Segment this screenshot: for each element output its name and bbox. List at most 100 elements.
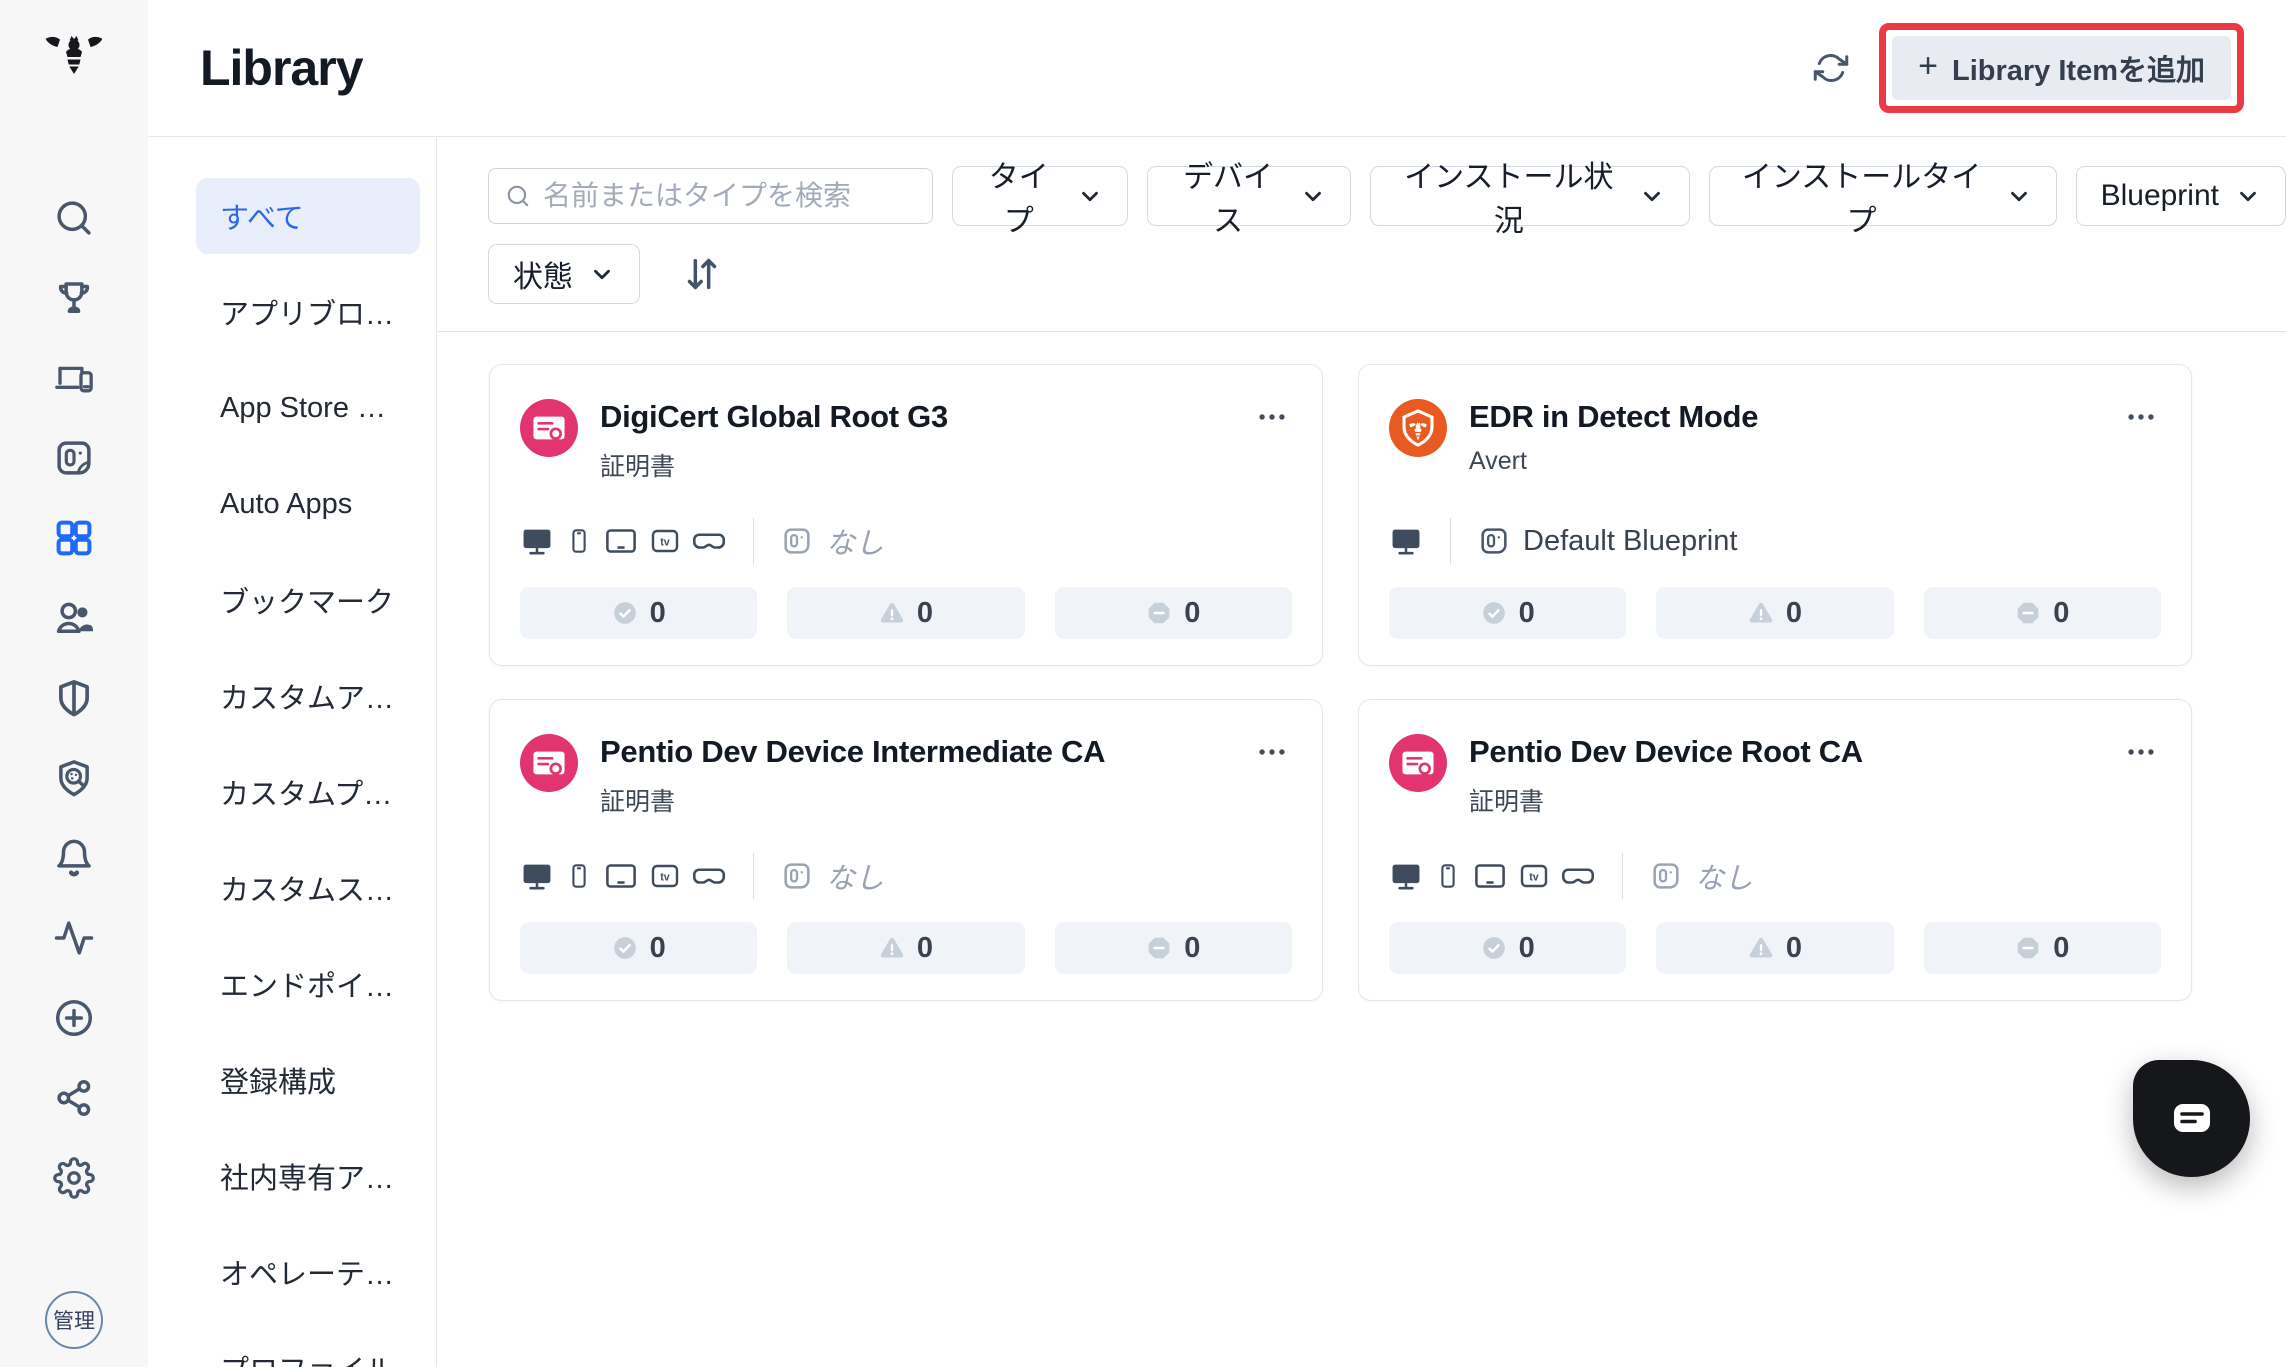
category-item-custom-profiles[interactable]: カスタムプ… [196,744,420,840]
category-item-app-blocking[interactable]: アプリブロ… [196,264,420,360]
category-item-app-store[interactable]: App Store … [196,360,420,456]
warning-count: 0 [916,931,934,964]
add-library-item-button[interactable]: + Library Itemを追加 [1892,36,2231,100]
card-title: DigiCert Global Root G3 [600,399,948,434]
blueprint-value: なし [826,528,885,560]
ok-count: 0 [1518,931,1535,964]
status-pill-warning[interactable]: 0 [1656,587,1894,639]
filter-device-label: デバイス [1183,161,1274,238]
warning-triangle-icon [1748,936,1774,959]
category-item-enrollment[interactable]: 登録構成 [196,1032,420,1128]
avert-shield-icon [1389,399,1447,457]
blueprint-icon [1653,863,1679,889]
library-card[interactable]: Pentio Dev Device Intermediate CA 証明書 なし [489,699,1323,1001]
status-pill-ok[interactable]: 0 [520,587,758,639]
plus-icon: + [1918,47,1938,85]
meta-divider [753,853,754,899]
filter-install-type-label: インストールタイプ [1741,161,1982,238]
category-item-endpoint[interactable]: エンドポイ… [196,936,420,1032]
status-pill-blocked[interactable]: 0 [1923,587,2161,639]
category-item-custom-apps[interactable]: カスタムア… [196,648,420,744]
status-pill-ok[interactable]: 0 [520,922,758,974]
threat-scan-nav-icon[interactable] [0,738,148,818]
share-nodes-nav-icon[interactable] [0,1058,148,1138]
chevron-down-icon [589,261,615,287]
library-card[interactable]: DigiCert Global Root G3 証明書 なし 0 0 0 [489,364,1323,666]
users-nav-icon[interactable] [0,578,148,658]
library-card[interactable]: Pentio Dev Device Root CA 証明書 なし 0 0 0 [1358,699,2192,1001]
status-pill-blocked[interactable]: 0 [1054,587,1292,639]
chat-launcher-button[interactable] [2133,1060,2250,1177]
status-pill-ok[interactable]: 0 [1389,922,1627,974]
iphone-device-icon [572,864,586,888]
blueprint-value: Default Blueprint [1523,524,1738,557]
status-pill-warning[interactable]: 0 [787,587,1025,639]
certificate-icon [520,734,578,792]
kebab-menu-icon[interactable] [2117,734,2165,770]
ipad-device-icon [606,529,636,553]
filter-blueprint-dropdown[interactable]: Blueprint [2075,166,2286,226]
visionpro-device-icon [692,868,726,884]
category-item-all[interactable]: すべて [196,178,420,254]
status-pill-blocked[interactable]: 0 [1054,922,1292,974]
library-card[interactable]: EDR in Detect Mode Avert Default Bluepri… [1358,364,2192,666]
mac-device-icon [1391,528,1421,555]
activity-nav-icon[interactable] [0,898,148,978]
refresh-icon[interactable] [1811,48,1851,88]
card-subtitle: 証明書 [600,453,676,481]
category-item-profiles[interactable]: プロファイル [196,1320,420,1367]
ok-count: 0 [1518,596,1535,629]
filter-install-type-dropdown[interactable]: インストールタイプ [1708,161,2057,238]
status-pill-warning[interactable]: 0 [787,922,1025,974]
devices-nav-icon[interactable] [0,338,148,418]
category-item-custom-scripts[interactable]: カスタムス… [196,840,420,936]
warning-triangle-icon [1748,601,1774,624]
kebab-menu-icon[interactable] [1248,399,1296,435]
status-pill-blocked[interactable]: 0 [1923,922,2161,974]
category-item-operating[interactable]: オペレーテ… [196,1224,420,1320]
filter-device-dropdown[interactable]: デバイス [1146,161,1352,238]
category-item-inhouse-apps[interactable]: 社内専有ア… [196,1128,420,1224]
passcode-card-nav-icon[interactable] [0,418,148,498]
library-grid-nav-icon-active[interactable] [0,498,148,578]
bell-nav-icon[interactable] [0,818,148,898]
plus-circle-nav-icon[interactable] [0,978,148,1058]
appletv-device-icon [651,864,679,888]
check-circle-icon [612,600,637,626]
filter-install-status-dropdown[interactable]: インストール状況 [1370,161,1690,238]
kebab-menu-icon[interactable] [1248,734,1296,770]
filter-status-dropdown[interactable]: 状態 [488,244,640,304]
kebab-menu-icon[interactable] [2117,399,2165,435]
trophy-nav-icon[interactable] [0,258,148,338]
block-octagon-icon [2016,936,2040,960]
admin-avatar[interactable]: 管理 [45,1291,103,1349]
mac-device-icon [522,528,552,555]
filter-type-label: タイプ [988,161,1049,238]
filter-blueprint-label: Blueprint [2100,179,2219,212]
chevron-down-icon [1300,183,1326,209]
kandji-bee-logo-icon[interactable] [0,28,148,76]
category-item-auto-apps[interactable]: Auto Apps [196,456,420,552]
card-subtitle: 証明書 [1469,788,1545,816]
meta-divider [1622,853,1623,899]
card-title: Pentio Dev Device Root CA [1469,734,1863,769]
ipad-device-icon [606,864,636,888]
search-nav-icon[interactable] [0,178,148,258]
ok-count: 0 [649,931,666,964]
status-pill-ok[interactable]: 0 [1389,587,1627,639]
filter-type-dropdown[interactable]: タイプ [951,161,1128,238]
card-title: Pentio Dev Device Intermediate CA [600,734,1106,769]
ipad-device-icon [1475,864,1505,888]
warning-count: 0 [1785,596,1803,629]
shield-nav-icon[interactable] [0,658,148,738]
visionpro-device-icon [692,533,726,549]
status-pill-warning[interactable]: 0 [1656,922,1894,974]
visionpro-device-icon [1561,868,1595,884]
page-title: Library [200,40,364,96]
check-circle-icon [1481,600,1506,626]
check-circle-icon [612,935,637,961]
sort-direction-icon[interactable] [674,246,730,302]
category-item-bookmarks[interactable]: ブックマーク [196,552,420,648]
gear-nav-icon[interactable] [0,1138,148,1218]
search-input[interactable] [543,180,916,212]
